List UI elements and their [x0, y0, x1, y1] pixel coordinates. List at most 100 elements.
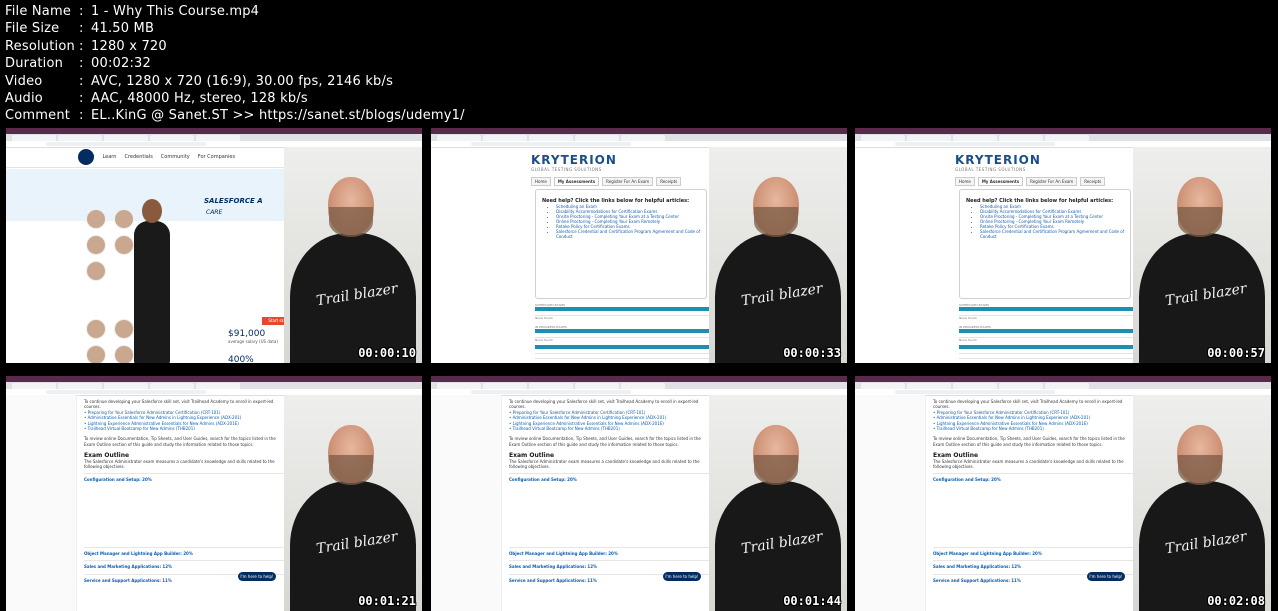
section-header[interactable]: Object Manager and Lightning App Builder… — [84, 546, 284, 556]
webcam-overlay: Trail blazer — [709, 147, 847, 363]
hero-person — [126, 199, 178, 363]
info-row: Audio: AAC, 48000 Hz, stereo, 128 kb/s — [5, 90, 465, 107]
thumbnail-grid: TodayLearnCredentialsCommunityFor Compan… — [0, 128, 1278, 611]
guide-body: To continue developing your Salesforce s… — [84, 399, 284, 583]
presenter-beard — [1178, 455, 1222, 485]
section-header[interactable]: Sales and Marketing Applications: 12% — [509, 560, 709, 569]
course-link[interactable]: • Trailhead Virtual Bootcamp for New Adm… — [933, 426, 1133, 431]
help-chat-button[interactable]: I'm here to help! — [663, 572, 701, 581]
help-link[interactable]: Salesforce Credential and Certification … — [980, 229, 1130, 239]
guide-review: To review online Documentation, Tip Shee… — [933, 436, 1125, 447]
help-box: Need help? Click the links below for hel… — [959, 189, 1131, 299]
section-header[interactable]: Configuration and Setup: 20% — [933, 473, 1133, 482]
presenter-beard — [1178, 207, 1222, 237]
guide-intro: To continue developing your Salesforce s… — [84, 399, 274, 410]
info-row: Duration:00:02:32 — [5, 55, 465, 72]
help-chat-button[interactable]: I'm here to help! — [1087, 572, 1125, 581]
trailhead-logo-icon — [78, 149, 94, 165]
nav-item[interactable]: Learn — [102, 154, 116, 160]
info-value: 1280 x 720 — [91, 38, 167, 54]
video-thumbnail: To continue developing your Salesforce s… — [6, 376, 422, 611]
info-row: Resolution:1280 x 720 — [5, 38, 465, 55]
browser-tabbar — [855, 134, 1271, 141]
help-link[interactable]: Salesforce Credential and Certification … — [556, 229, 706, 239]
hero: SALESFORCE ACAREStart skilling up$91,000… — [6, 169, 327, 363]
info-value: AAC, 48000 Hz, stereo, 128 kb/s — [91, 91, 308, 107]
stat: $91,000 average salary (US data) — [228, 329, 278, 344]
info-key: Duration — [5, 56, 64, 72]
kryterion-tab[interactable]: Register For An Exam — [1026, 177, 1078, 186]
timestamp: 00:00:33 — [783, 346, 841, 360]
info-value: 1 - Why This Course.mp4 — [91, 4, 260, 19]
info-value: AVC, 1280 x 720 (16:9), 30.00 fps, 2146 … — [91, 73, 394, 89]
section-header[interactable]: Sales and Marketing Applications: 12% — [84, 560, 284, 569]
presenter-beard — [754, 455, 798, 485]
browser-tabbar — [6, 134, 422, 141]
help-chat-button[interactable]: I'm here to help! — [238, 572, 276, 581]
kryterion-tab[interactable]: My Assessments — [553, 177, 600, 186]
info-row: File Size:41.50 MB — [5, 20, 465, 37]
outline-text: The Salesforce Administrator exam measur… — [509, 458, 700, 470]
browser-tabbar — [431, 134, 847, 141]
info-separator: : — [79, 4, 84, 19]
browser-tabbar — [431, 382, 847, 389]
webcam-overlay: Trail blazer — [709, 395, 847, 611]
nav-item[interactable]: For Companies — [198, 154, 235, 160]
scheduled-table: SCHEDULED EXAMS None found. — [535, 303, 709, 320]
info-key: File Name — [5, 4, 72, 19]
course-link[interactable]: • Trailhead Virtual Bootcamp for New Adm… — [84, 426, 284, 431]
table-empty: None found. — [959, 338, 978, 342]
nav-item[interactable]: Credentials — [124, 154, 152, 160]
info-key: Video — [5, 73, 43, 89]
section-header[interactable]: Object Manager and Lightning App Builder… — [933, 546, 1133, 556]
outline-text: The Salesforce Administrator exam measur… — [933, 458, 1124, 470]
kryterion-tabs: Home My Assessments Register For An Exam Re… — [955, 177, 1106, 186]
info-row: Comment: EL..KinG @ Sanet.ST >> https://s… — [5, 107, 465, 124]
kryterion-tab[interactable]: My Assessments — [977, 177, 1024, 186]
kryterion-tab[interactable]: Receipts — [1080, 177, 1106, 186]
section-header[interactable]: Object Manager and Lightning App Builder… — [509, 546, 709, 556]
avatar — [86, 345, 106, 363]
help-box: Need help? Click the links below for hel… — [535, 189, 707, 299]
kryterion-tab[interactable]: Home — [955, 177, 975, 186]
section-header[interactable]: Configuration and Setup: 20% — [509, 473, 709, 482]
browser-tabbar — [6, 382, 422, 389]
scheduled-table: SCHEDULED EXAMS None found. — [959, 303, 1133, 320]
kryterion-tabs: Home My Assessments Register For An Exam Re… — [531, 177, 682, 186]
guide-intro: To continue developing your Salesforce s… — [509, 399, 699, 410]
info-separator: : — [79, 38, 84, 54]
webcam-overlay: Trail blazer — [284, 147, 422, 363]
info-value: 00:02:32 — [91, 56, 151, 72]
section-header[interactable]: Sales and Marketing Applications: 12% — [933, 560, 1133, 569]
course-link[interactable]: • Trailhead Virtual Bootcamp for New Adm… — [509, 426, 709, 431]
kryterion-tab[interactable]: Receipts — [656, 177, 682, 186]
hero-title: SALESFORCE A — [204, 197, 263, 205]
guide-review: To review online Documentation, Tip Shee… — [84, 436, 276, 447]
hero-subtitle: CARE — [206, 209, 223, 216]
guide-body: To continue developing your Salesforce s… — [933, 399, 1133, 583]
table-empty: None found. — [959, 316, 978, 320]
stat: 400%annual growth rate — [228, 355, 254, 363]
info-separator: : — [79, 56, 84, 72]
presenter-beard — [329, 207, 373, 237]
kryterion-tab[interactable]: Register For An Exam — [602, 177, 654, 186]
section-header[interactable]: Configuration and Setup: 20% — [84, 473, 284, 482]
table-empty: None found. — [535, 338, 554, 342]
info-key: Audio — [5, 91, 43, 107]
avatar — [86, 261, 106, 281]
in-progress-table: IN PROGRESS EXAMS None found. — [535, 325, 709, 342]
in-progress-table: IN PROGRESS EXAMS None found. — [959, 325, 1133, 342]
info-value: EL..KinG @ Sanet.ST >> https://sanet.st/… — [91, 108, 465, 124]
timestamp: 00:02:08 — [1207, 594, 1265, 608]
avatar — [86, 209, 106, 229]
info-separator: : — [79, 73, 84, 89]
info-row: Video: AVC, 1280 x 720 (16:9), 30.00 fps,… — [5, 73, 465, 90]
avatar — [86, 319, 106, 339]
kryterion-logo: KRYTERION GLOBAL TESTING SOLUTIONS — [955, 153, 1041, 172]
browser-tabbar — [855, 382, 1271, 389]
timestamp: 00:01:21 — [358, 594, 416, 608]
table-empty: None found. — [535, 316, 554, 320]
webcam-overlay: Trail blazer — [284, 395, 422, 611]
kryterion-tab[interactable]: Home — [531, 177, 551, 186]
nav-item[interactable]: Community — [161, 154, 190, 160]
